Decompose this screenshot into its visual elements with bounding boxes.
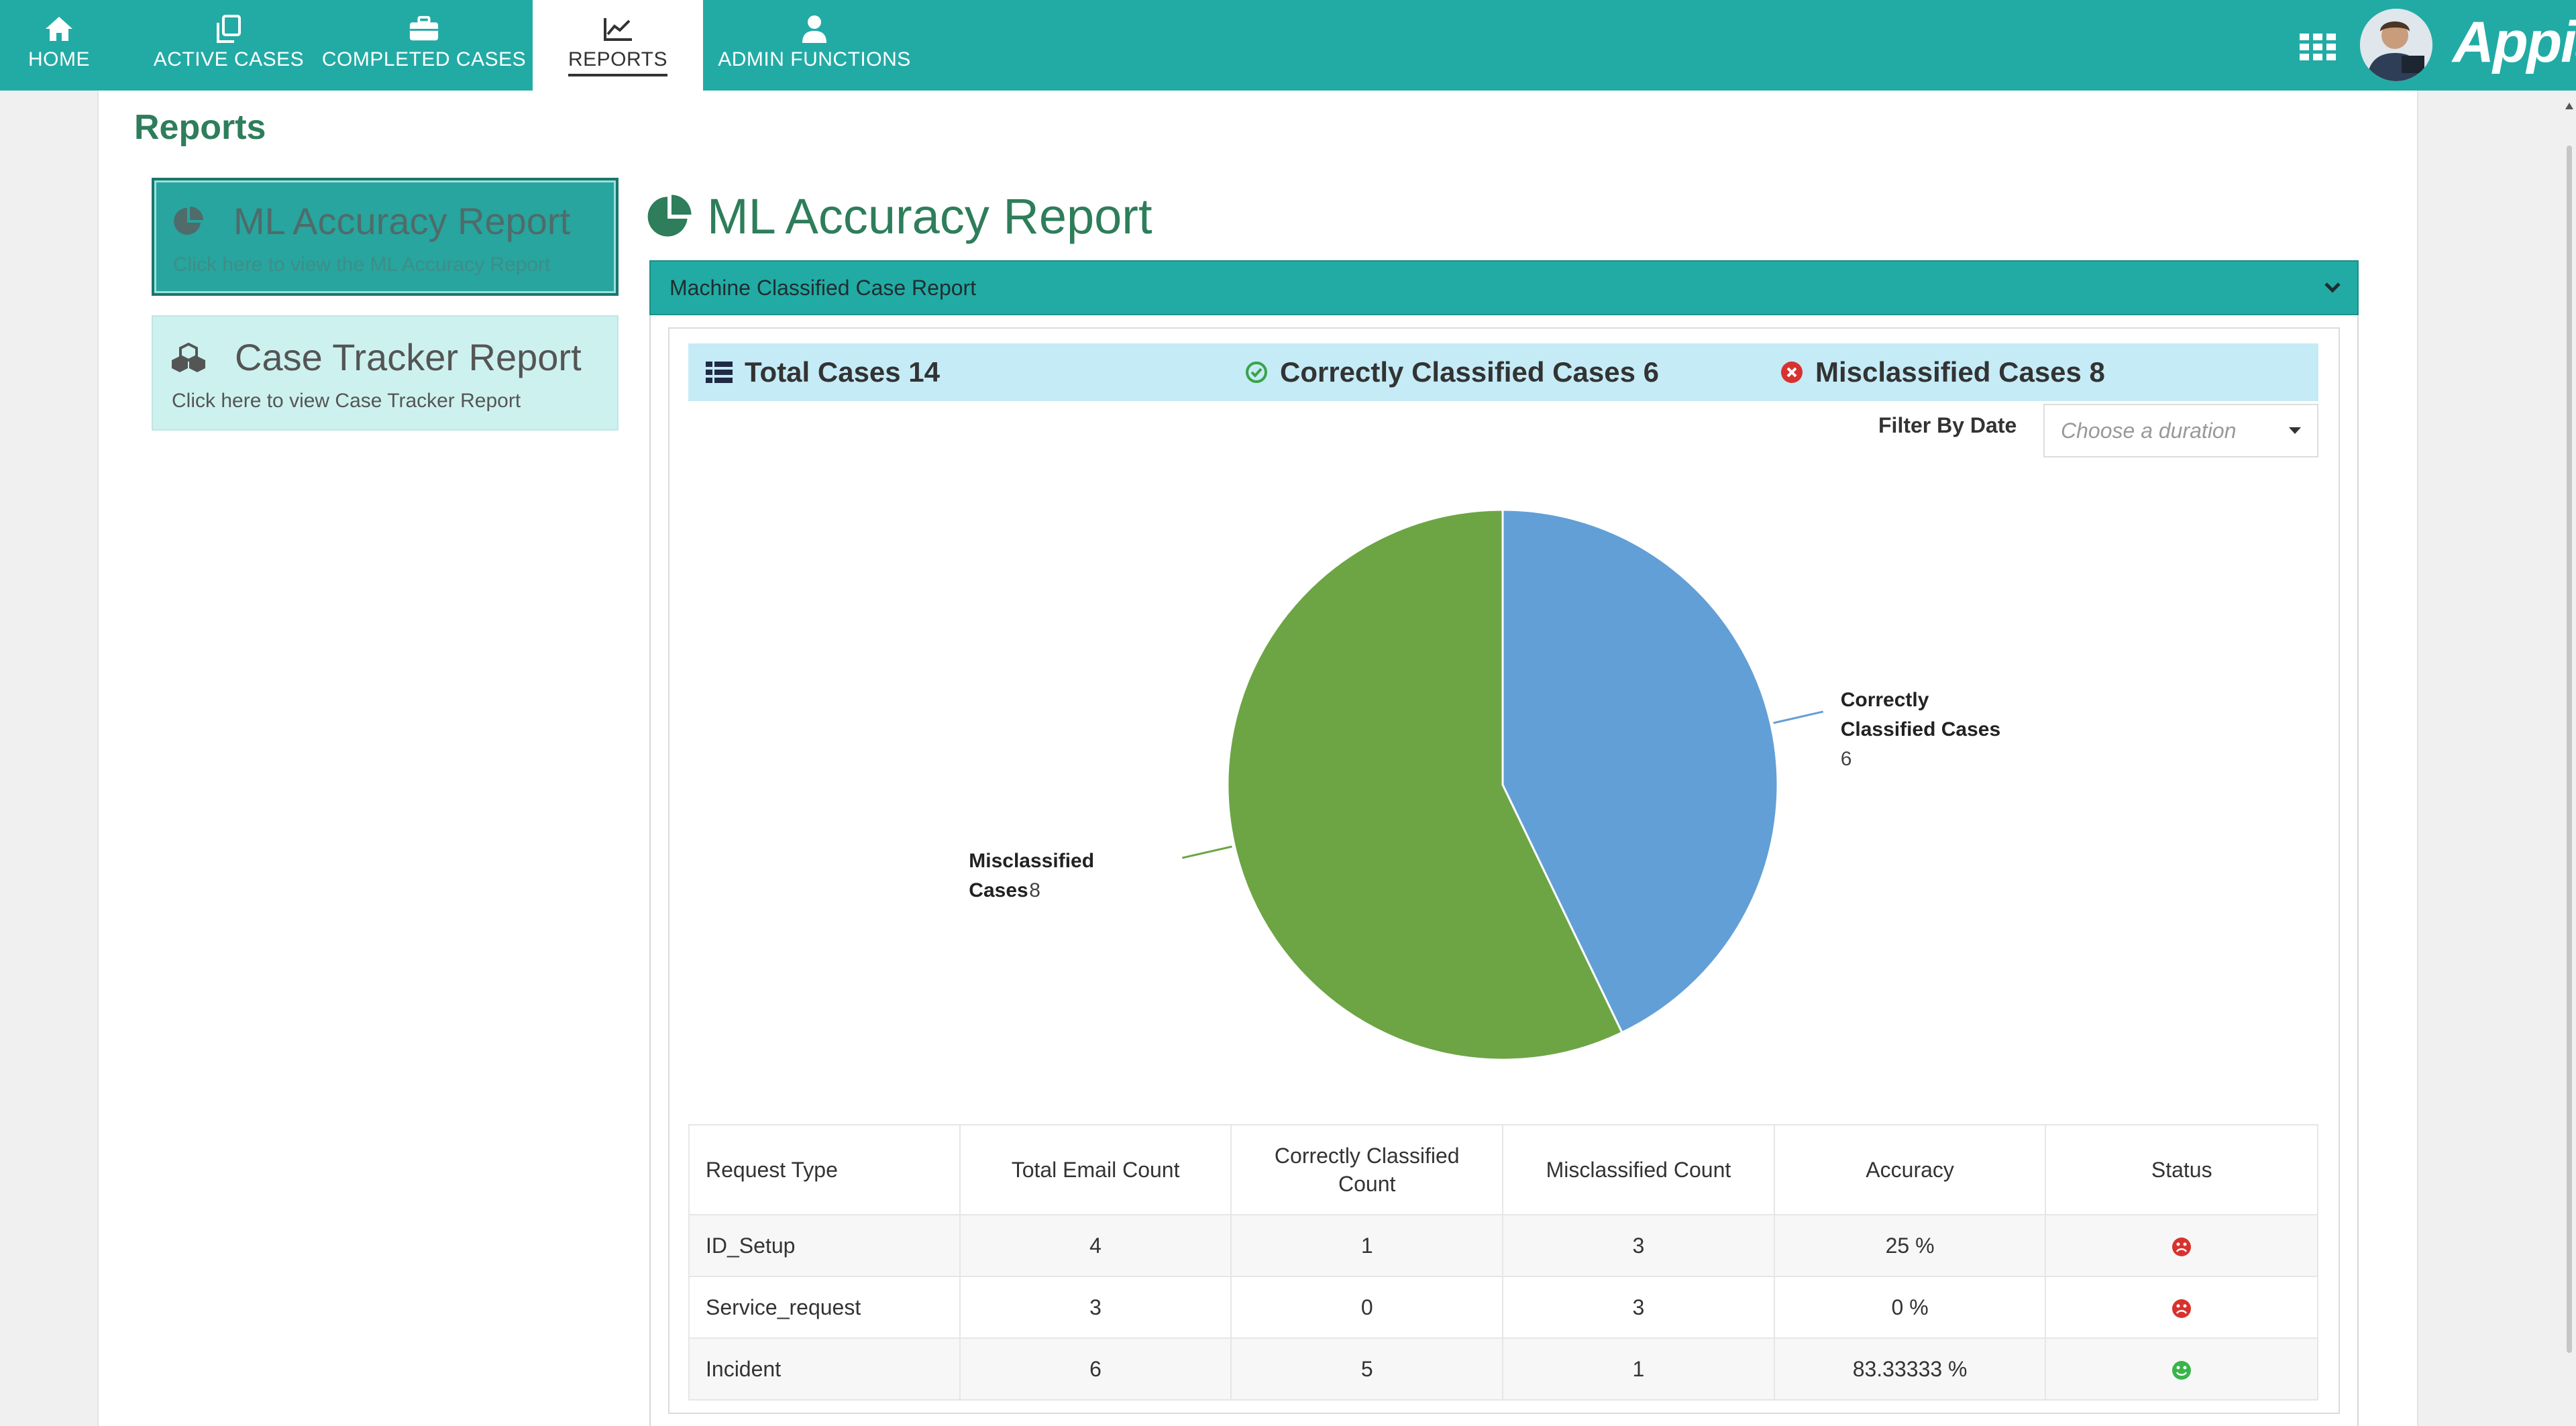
total-cases-summary: Total Cases 14 — [706, 343, 940, 401]
case-tracker-report-card-subtitle: Click here to view Case Tracker Report — [172, 390, 521, 412]
appian-logo: Appian — [2453, 10, 2576, 74]
sad-face-icon — [2172, 1299, 2192, 1319]
case-tracker-report-card-title: Case Tracker Report — [235, 336, 582, 378]
check-circle-icon — [1246, 362, 1267, 383]
cell-correctly-classified-count: 0 — [1230, 1276, 1504, 1339]
sad-face-icon — [2172, 1238, 2192, 1257]
cell-status — [2045, 1276, 2318, 1339]
cell-request-type: Incident — [688, 1337, 961, 1401]
pie-label-line2: Classified Cases — [1841, 718, 2000, 741]
user-icon — [799, 13, 830, 44]
tab-home[interactable]: HOME — [0, 0, 118, 91]
page-title: Reports — [134, 108, 266, 147]
line-chart-icon — [602, 13, 633, 44]
correct-cases-summary: Correctly Classified Cases 6 — [1245, 343, 1659, 401]
column-header-status: Status — [2045, 1124, 2318, 1215]
report-heading: ML Accuracy Report — [647, 188, 1152, 245]
duration-dropdown-placeholder: Choose a duration — [2061, 418, 2237, 443]
tab-admin-functions[interactable]: ADMIN FUNCTIONS — [714, 0, 915, 91]
column-header-accuracy: Accuracy — [1773, 1124, 2047, 1215]
table-header-row: Request Type Total Email Count Correctly… — [688, 1124, 2318, 1215]
pie-value-label: 8 — [1029, 879, 1040, 901]
cell-status — [2045, 1337, 2318, 1401]
correct-cases-text: Correctly Classified Cases 6 — [1280, 356, 1659, 388]
cell-request-type: ID_Setup — [688, 1214, 961, 1277]
avatar[interactable] — [2360, 9, 2432, 81]
cell-misclassified-count: 3 — [1502, 1214, 1775, 1277]
tab-completed-cases-label: COMPLETED CASES — [321, 48, 527, 70]
pie-chart-icon — [174, 206, 203, 235]
briefcase-icon — [409, 13, 439, 44]
cell-accuracy: 0 % — [1773, 1276, 2047, 1339]
accuracy-table: Request Type Total Email Count Correctly… — [688, 1124, 2318, 1401]
cell-total-email-count: 3 — [959, 1276, 1232, 1339]
pie-leader-line — [1181, 845, 1232, 859]
cell-total-email-count: 4 — [959, 1214, 1232, 1277]
section-header-machine-classified[interactable]: Machine Classified Case Report — [649, 260, 2359, 315]
column-header-total-email-count: Total Email Count — [959, 1124, 1232, 1215]
ml-accuracy-report-card-title: ML Accuracy Report — [233, 200, 571, 242]
caret-down-icon — [2289, 427, 2301, 434]
accuracy-pie-chart: Correctly Classified Cases 6 Misclassified C… — [969, 508, 2000, 1061]
cell-request-type: Service_request — [688, 1276, 961, 1339]
cell-correctly-classified-count: 5 — [1230, 1337, 1504, 1401]
pie-leader-line — [1773, 710, 1824, 724]
pie-label-line1: Misclassified — [969, 850, 1094, 872]
app-grid-icon[interactable] — [2300, 34, 2336, 60]
scrollbar-thumb[interactable] — [2567, 146, 2572, 1353]
cell-status — [2045, 1214, 2318, 1277]
tab-reports-label: REPORTS — [568, 48, 667, 76]
pie-label-line2: Cases — [969, 879, 1028, 901]
table-row: Incident 6 5 1 83.33333 % — [688, 1337, 2318, 1401]
tab-home-label: HOME — [28, 48, 90, 70]
smile-face-icon — [2172, 1361, 2192, 1380]
tab-admin-functions-label: ADMIN FUNCTIONS — [718, 48, 911, 70]
ml-accuracy-report-card[interactable]: ML Accuracy Report Click here to view th… — [152, 178, 619, 296]
scroll-up-arrow-icon[interactable] — [2565, 103, 2573, 109]
tab-completed-cases[interactable]: COMPLETED CASES — [322, 0, 526, 91]
column-header-request-type: Request Type — [688, 1124, 961, 1215]
list-icon — [706, 362, 733, 383]
cell-accuracy: 83.33333 % — [1773, 1337, 2047, 1401]
ml-accuracy-report-card-subtitle: Click here to view the ML Accuracy Repor… — [173, 254, 551, 276]
cell-total-email-count: 6 — [959, 1337, 1232, 1401]
table-row: ID_Setup 4 1 3 25 % — [688, 1214, 2318, 1277]
cell-correctly-classified-count: 1 — [1230, 1214, 1504, 1277]
table-row: Service_request 3 0 3 0 % — [688, 1276, 2318, 1339]
tab-active-cases-label: ACTIVE CASES — [153, 48, 305, 70]
vertical-scrollbar[interactable] — [2563, 91, 2576, 1426]
misclassified-cases-summary: Misclassified Cases 8 — [1780, 343, 2105, 401]
chevron-down-icon[interactable] — [2324, 282, 2341, 294]
section-title: Machine Classified Case Report — [669, 275, 977, 300]
report-heading-text: ML Accuracy Report — [707, 188, 1152, 244]
cell-accuracy: 25 % — [1773, 1214, 2047, 1277]
home-icon — [44, 13, 74, 44]
cell-misclassified-count: 1 — [1502, 1337, 1775, 1401]
summary-strip: Total Cases 14 Correctly Classified Case… — [688, 343, 2318, 401]
column-header-correctly-classified-count: Correctly Classified Count — [1230, 1124, 1504, 1215]
total-cases-text: Total Cases 14 — [745, 356, 941, 388]
cubes-icon — [172, 342, 205, 372]
pie-label-line1: Correctly — [1841, 689, 1929, 711]
filter-by-date-label: Filter By Date — [1878, 413, 2017, 437]
cell-misclassified-count: 3 — [1502, 1276, 1775, 1339]
x-circle-icon — [1781, 362, 1803, 383]
column-header-misclassified-count: Misclassified Count — [1502, 1124, 1775, 1215]
top-navigation-bar: HOME ACTIVE CASES COMPLETED CASES REPORT… — [0, 0, 2576, 91]
tab-active-cases[interactable]: ACTIVE CASES — [153, 0, 305, 91]
pie-chart-icon — [647, 194, 692, 237]
tab-reports[interactable]: REPORTS — [533, 0, 703, 91]
pie-value-label: 6 — [1841, 748, 1852, 770]
misclassified-cases-text: Misclassified Cases 8 — [1815, 356, 2105, 388]
case-tracker-report-card[interactable]: Case Tracker Report Click here to view C… — [152, 315, 619, 431]
copy-icon — [213, 13, 244, 44]
duration-dropdown[interactable]: Choose a duration — [2043, 404, 2318, 457]
